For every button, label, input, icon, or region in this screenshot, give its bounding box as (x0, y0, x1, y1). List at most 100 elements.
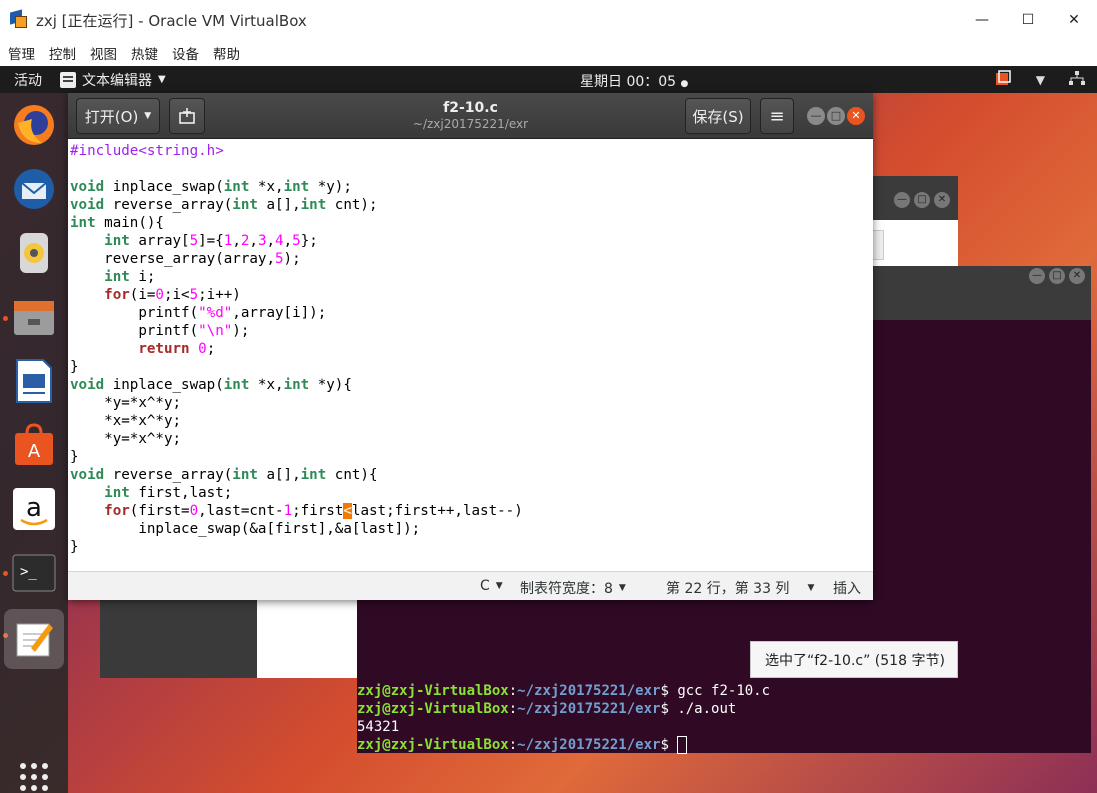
code-token: *y); (309, 179, 352, 195)
dock: A a >_ (0, 93, 68, 793)
activities-button[interactable]: 活动 (14, 70, 42, 90)
files-icon[interactable] (10, 293, 58, 341)
code-token: int (283, 179, 310, 195)
selection-status-toast: 选中了“f2-10.c” (518 字节) (750, 641, 958, 678)
code-line: printf("\n"); (70, 322, 873, 340)
amazon-icon[interactable]: a (10, 485, 58, 533)
terminal-line: zxj@zxj-VirtualBox:~/zxj20175221/exr$ gc… (357, 683, 771, 699)
code-token: 5 (292, 233, 301, 249)
code-token: int (300, 467, 327, 483)
text-editor-icon (60, 71, 76, 88)
code-token: first,last; (129, 485, 233, 501)
code-token: *y=*x^*y; (70, 431, 182, 447)
network-icon[interactable] (1069, 71, 1085, 88)
host-window-title: zxj [正在运行] - Oracle VM VirtualBox (36, 11, 307, 30)
code-token: int (283, 377, 310, 393)
gedit-statusbar: C ▼ 制表符宽度：8 ▼ 第 22 行，第 33 列 ▼ 插入 (68, 571, 873, 600)
code-token: } (70, 539, 79, 555)
code-token: , (249, 233, 258, 249)
tab-width-selector[interactable]: 制表符宽度：8 ▼ (520, 578, 626, 598)
code-editor[interactable]: #include<string.h> void inplace_swap(int … (68, 139, 873, 571)
code-token: 0 (155, 287, 164, 303)
code-token: , (266, 233, 276, 249)
chevron-down-icon: ▼ (807, 583, 815, 593)
close-button[interactable]: ✕ (1051, 0, 1097, 40)
menu-view[interactable]: 视图 (90, 43, 117, 63)
cursor-position[interactable]: 第 22 行，第 33 列 ▼ (666, 578, 814, 598)
code-token: ;first (292, 503, 344, 519)
code-line: } (70, 358, 873, 376)
code-line: printf("%d",array[i]); (70, 304, 873, 322)
code-line: *x=*x^*y; (70, 412, 873, 430)
writer-icon[interactable] (10, 357, 58, 405)
code-token: array[ (129, 233, 190, 249)
chevron-down-icon: ▼ (618, 583, 626, 593)
code-token: 1 (283, 503, 293, 519)
cursor-position-label: 第 22 行，第 33 列 (666, 581, 790, 597)
code-token: ,array[i]); (232, 305, 327, 321)
code-token: 5 (275, 251, 284, 267)
code-line: } (70, 538, 873, 556)
menu-hotkeys[interactable]: 热键 (131, 43, 158, 63)
files-minimize-icon[interactable]: — (894, 192, 910, 208)
code-token: int (104, 233, 130, 249)
gedit-maximize-icon[interactable]: □ (827, 107, 845, 125)
code-line: for(first=0,last=cnt-1;first<last;first+… (70, 502, 873, 520)
app-menu[interactable]: 文本编辑器 ▼ (60, 70, 166, 90)
code-token: reverse_array( (104, 467, 233, 483)
virtualbox-tray-icon[interactable] (994, 69, 1012, 90)
code-line: int i; (70, 268, 873, 286)
app-menu-label: 文本编辑器 (82, 72, 152, 89)
code-token: 0 (198, 341, 207, 357)
code-token: inplace_swap( (104, 179, 224, 195)
code-token: < (343, 503, 352, 519)
code-token: ]={ (198, 233, 224, 249)
text-editor-dock-icon[interactable] (4, 609, 64, 669)
show-apps-icon[interactable] (18, 761, 50, 793)
insert-mode-indicator[interactable]: 插入 (833, 578, 861, 598)
system-tray: ▼ (982, 66, 1097, 93)
code-token: (i= (129, 287, 156, 303)
code-token: 5 (189, 233, 199, 249)
menu-devices[interactable]: 设备 (172, 43, 199, 63)
code-token: void (70, 197, 105, 213)
code-token: cnt); (326, 197, 378, 213)
terminal-line: 54321 (357, 719, 400, 735)
menu-help[interactable]: 帮助 (213, 43, 240, 63)
code-token: 4 (275, 233, 284, 249)
terminal-close-icon[interactable]: ✕ (1069, 268, 1085, 284)
virtualbox-icon (10, 9, 28, 29)
maximize-button[interactable]: ☐ (1005, 0, 1051, 40)
terminal-cursor (677, 736, 688, 754)
save-button[interactable]: 保存(S) (685, 98, 751, 134)
code-token: *x, (249, 377, 284, 393)
gedit-minimize-icon[interactable]: — (807, 107, 825, 125)
menu-control[interactable]: 控制 (49, 43, 76, 63)
code-token: , (283, 233, 293, 249)
files-maximize-icon[interactable]: □ (914, 192, 930, 208)
code-token: int (232, 467, 258, 483)
gedit-headerbar: 打开(O) ▼ f2-10.c ~/zxj20175221/exr 保存(S) … (68, 93, 873, 139)
rhythmbox-icon[interactable] (10, 229, 58, 277)
code-line: void inplace_swap(int *x,int *y){ (70, 376, 873, 394)
menu-manage[interactable]: 管理 (8, 43, 35, 63)
code-token: for (104, 503, 130, 519)
files-close-icon[interactable]: ✕ (934, 192, 950, 208)
language-selector[interactable]: C ▼ (480, 578, 503, 594)
code-token: } (70, 449, 79, 465)
thunderbird-icon[interactable] (10, 165, 58, 213)
terminal-minimize-icon[interactable]: — (1029, 268, 1045, 284)
code-token: ;i< (163, 287, 190, 303)
tray-menu-chevron-icon[interactable]: ▼ (1036, 73, 1045, 87)
code-line: int main(){ (70, 214, 873, 232)
gedit-close-icon[interactable]: ✕ (847, 107, 865, 125)
minimize-button[interactable]: — (959, 0, 1005, 40)
terminal-maximize-icon[interactable]: □ (1049, 268, 1065, 284)
terminal-icon[interactable]: >_ (10, 549, 58, 597)
firefox-icon[interactable] (10, 101, 58, 149)
hamburger-menu-icon[interactable]: ≡ (760, 98, 794, 134)
software-center-icon[interactable]: A (10, 421, 58, 469)
code-token: ); (283, 251, 301, 267)
clock[interactable]: 星期日 00：05 ● (580, 71, 688, 91)
